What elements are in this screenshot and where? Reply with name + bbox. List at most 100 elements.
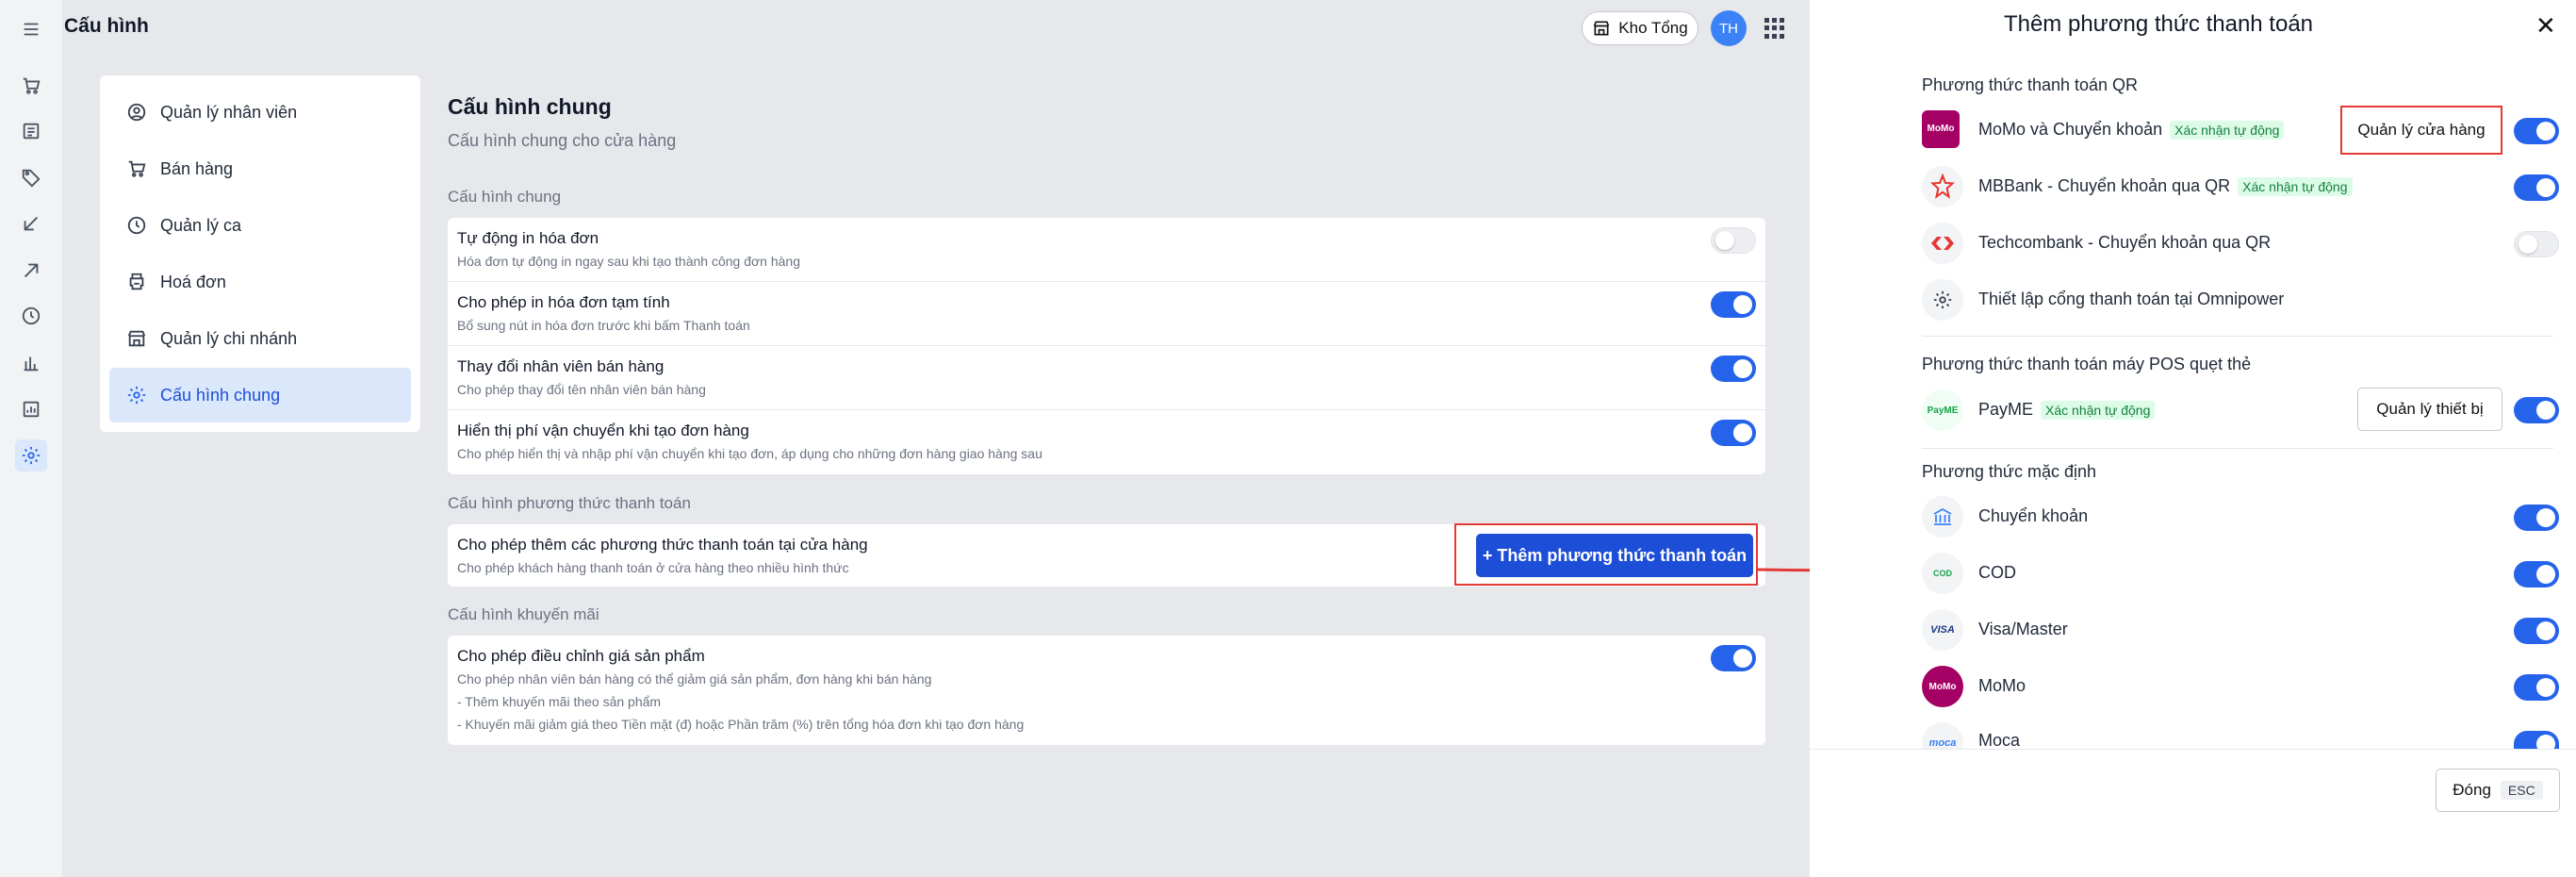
settings-nav-sales[interactable]: Bán hàng: [109, 141, 411, 196]
settings-nav-label: Quản lý nhân viên: [160, 102, 298, 122]
auto-confirm-badge: Xác nhận tự động: [2238, 176, 2353, 196]
page-title: Cấu hình chung: [448, 94, 612, 119]
payment-method-payme: PayME Xác nhận tự động: [1978, 400, 2156, 420]
page-header-title: Cấu hình: [64, 15, 149, 37]
tag-icon[interactable]: [15, 161, 47, 193]
divider: [1922, 336, 2553, 337]
add-payment-method-button[interactable]: + Thêm phương thức thanh toán: [1476, 534, 1753, 577]
payme-icon: PayME: [1922, 389, 1963, 431]
payment-method-label: PayME: [1978, 400, 2034, 419]
settings-nav-invoice[interactable]: Hoá đơn: [109, 255, 411, 309]
arrow-down-left-icon[interactable]: [15, 207, 47, 240]
moca-toggle[interactable]: [2514, 731, 2559, 753]
setting-row-price-adjust: Cho phép điều chỉnh giá sản phẩm Cho phé…: [448, 636, 1765, 745]
momo-bank-toggle[interactable]: [2514, 118, 2559, 144]
close-icon[interactable]: ✕: [2535, 11, 2556, 41]
change-staff-toggle[interactable]: [1711, 356, 1756, 382]
payment-method-techcombank: Techcombank - Chuyển khoản qua QR: [1978, 233, 2271, 253]
section-title-payment: Cấu hình phương thức thanh toán: [448, 494, 691, 512]
payment-method-label: MoMo và Chuyển khoản: [1978, 120, 2163, 139]
section-title-general: Cấu hình chung: [448, 188, 562, 206]
bank-icon: [1922, 496, 1963, 538]
settings-nav: Quản lý nhân viên Bán hàng Quản lý ca Ho…: [100, 75, 420, 432]
cod-toggle[interactable]: [2514, 561, 2559, 587]
settings-nav-label: Cấu hình chung: [160, 385, 281, 405]
general-settings-card: Tự động in hóa đơn Hóa đơn tự động in ng…: [448, 218, 1765, 474]
settings-nav-label: Quản lý chi nhánh: [160, 328, 298, 348]
setting-desc: Bổ sung nút in hóa đơn trước khi bấm Tha…: [457, 318, 750, 333]
setting-title: Thay đổi nhân viên bán hàng: [457, 357, 665, 375]
auto-confirm-badge: Xác nhận tự động: [2041, 400, 2156, 420]
setting-title: Hiển thị phí vận chuyển khi tạo đơn hàng: [457, 422, 749, 439]
setting-desc: Hóa đơn tự động in ngay sau khi tạo thàn…: [457, 254, 800, 269]
payme-toggle[interactable]: [2514, 397, 2559, 423]
payment-method-label: Moca: [1978, 733, 2021, 749]
store-selector-button[interactable]: Kho Tổng: [1582, 11, 1698, 45]
page-subtitle: Cấu hình chung cho cửa hàng: [448, 131, 677, 150]
payment-method-momo: MoMo: [1978, 676, 2026, 696]
user-circle-icon: [127, 103, 146, 122]
payment-method-label: MoMo: [1978, 676, 2026, 695]
panel-title: Thêm phương thức thanh toán: [2003, 11, 2314, 37]
setting-row-shipping-fee: Hiển thị phí vận chuyển khi tạo đơn hàng…: [448, 410, 1765, 474]
avatar[interactable]: TH: [1711, 10, 1747, 46]
settings-nav-branches[interactable]: Quản lý chi nhánh: [109, 311, 411, 366]
settings-nav-label: Hoá đơn: [160, 272, 226, 291]
payment-method-label: MBBank - Chuyển khoản qua QR: [1978, 176, 2231, 195]
menu-icon[interactable]: [15, 13, 47, 45]
settings-gear-icon[interactable]: [15, 439, 47, 472]
gear-icon: [1922, 279, 1963, 321]
setting-row-auto-print: Tự động in hóa đơn Hóa đơn tự động in ng…: [448, 218, 1765, 282]
setting-title: Tự động in hóa đơn: [457, 229, 599, 247]
cart-icon[interactable]: [15, 70, 47, 102]
setting-row-change-staff: Thay đổi nhân viên bán hàng Cho phép tha…: [448, 346, 1765, 410]
price-adjust-toggle[interactable]: [1711, 645, 1756, 671]
settings-nav-general[interactable]: Cấu hình chung: [109, 368, 411, 422]
auto-confirm-badge: Xác nhận tự động: [2170, 120, 2285, 140]
clock-icon[interactable]: [15, 300, 47, 332]
printer-icon: [129, 273, 144, 290]
close-panel-button[interactable]: Đóng ESC: [2436, 769, 2560, 812]
payment-method-transfer: Chuyển khoản: [1978, 506, 2088, 526]
setting-title: Cho phép điều chỉnh giá sản phẩm: [457, 647, 705, 665]
report-icon[interactable]: [15, 393, 47, 425]
techcombank-icon: [1922, 223, 1963, 264]
payment-method-momo-bank: MoMo và Chuyển khoản Xác nhận tự động: [1978, 120, 2285, 140]
list-icon[interactable]: [15, 115, 47, 147]
divider: [1922, 448, 2553, 449]
payment-method-cod: COD: [1978, 563, 2016, 583]
cart-icon: [128, 160, 146, 177]
techcombank-toggle[interactable]: [2514, 231, 2559, 257]
shipping-fee-toggle[interactable]: [1711, 420, 1756, 446]
settings-nav-label: Bán hàng: [160, 158, 234, 178]
setting-desc-line: - Khuyến mãi giảm giá theo Tiền mặt (đ) …: [457, 717, 1025, 732]
apps-grid-icon[interactable]: [1764, 18, 1785, 39]
manage-device-button[interactable]: Quản lý thiết bị: [2357, 388, 2502, 431]
manage-store-button[interactable]: Quản lý cửa hàng: [2342, 108, 2501, 153]
section-title-promotion: Cấu hình khuyến mãi: [448, 605, 599, 623]
payment-method-label: Visa/Master: [1978, 620, 2068, 638]
arrow-up-right-icon[interactable]: [15, 255, 47, 287]
temp-invoice-toggle[interactable]: [1711, 291, 1756, 318]
mbbank-icon: [1922, 166, 1963, 207]
visa-toggle[interactable]: [2514, 618, 2559, 644]
momo-toggle[interactable]: [2514, 674, 2559, 701]
store-icon: [127, 330, 146, 347]
setting-desc-line: - Thêm khuyến mãi theo sản phẩm: [457, 694, 662, 709]
left-rail: [0, 0, 62, 877]
settings-nav-label: Quản lý ca: [160, 215, 242, 235]
settings-nav-staff[interactable]: Quản lý nhân viên: [109, 85, 411, 140]
auto-print-toggle[interactable]: [1711, 227, 1756, 254]
settings-nav-shifts[interactable]: Quản lý ca: [109, 198, 411, 253]
promotion-settings-card: Cho phép điều chỉnh giá sản phẩm Cho phé…: [448, 636, 1765, 745]
payment-gateway-setup-link[interactable]: Thiết lập cổng thanh toán tại Omnipower: [1978, 290, 2284, 309]
visa-master-icon: VISA: [1922, 609, 1963, 651]
panel-section-pos: Phương thức thanh toán máy POS quẹt thẻ: [1922, 355, 2252, 373]
mbbank-toggle[interactable]: [2514, 174, 2559, 201]
payment-method-mbbank: MBBank - Chuyển khoản qua QR Xác nhận tự…: [1978, 176, 2353, 196]
payment-method-label: Chuyển khoản: [1978, 506, 2089, 525]
store-selector-label: Kho Tổng: [1618, 19, 1688, 37]
transfer-toggle[interactable]: [2514, 505, 2559, 531]
panel-section-default: Phương thức mặc định: [1922, 462, 2096, 481]
bar-chart-icon[interactable]: [15, 347, 47, 379]
